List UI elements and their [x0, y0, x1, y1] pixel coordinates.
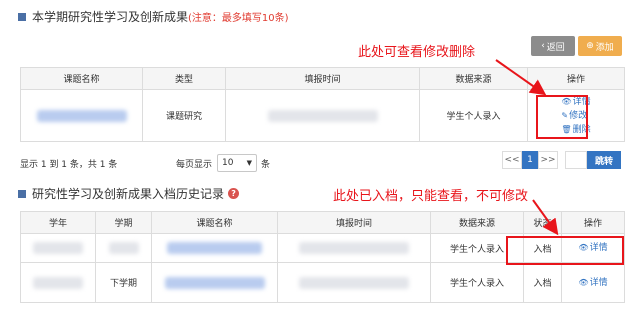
annotation-arrows — [495, 59, 559, 236]
arrow-to-archived — [532, 199, 559, 236]
arrow-to-actions — [495, 59, 547, 96]
